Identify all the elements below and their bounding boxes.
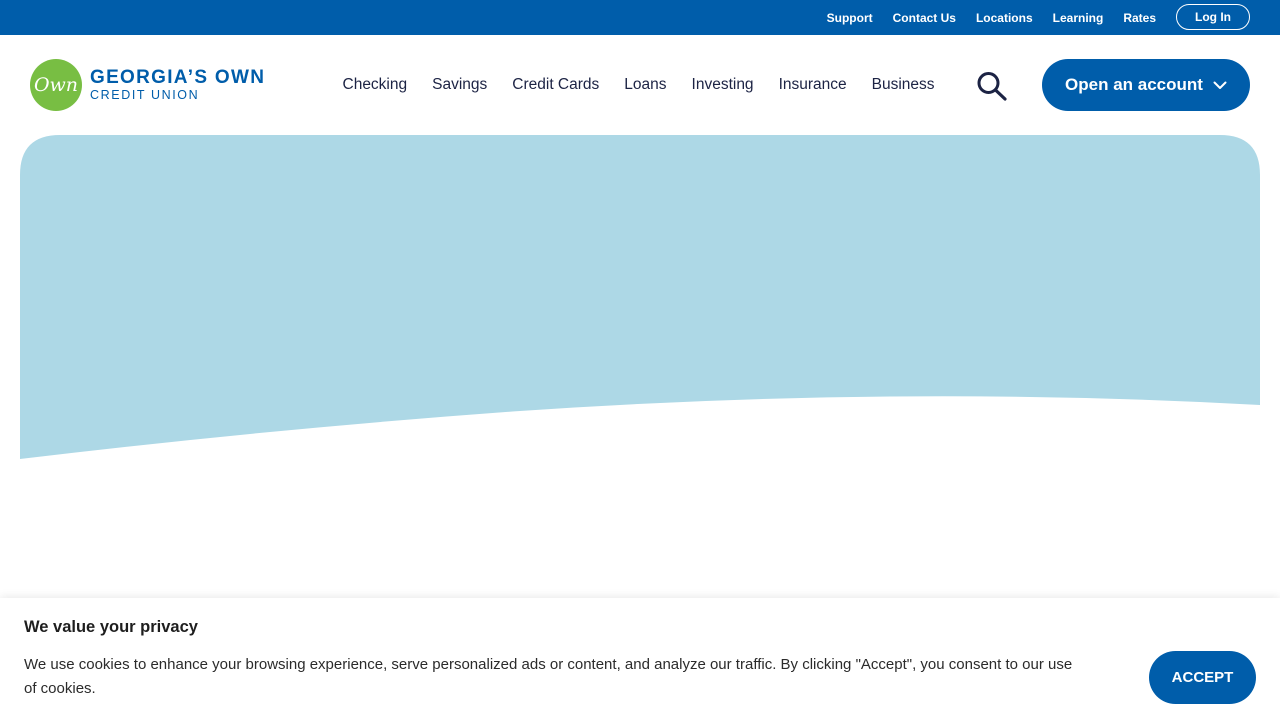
nav-item-insurance[interactable]: Insurance: [766, 76, 859, 94]
utility-bar: Support Contact Us Locations Learning Ra…: [0, 0, 1280, 35]
utility-links: Support Contact Us Locations Learning Ra…: [827, 0, 1156, 35]
locations-link[interactable]: Locations: [976, 11, 1033, 25]
logo-mark: Own: [30, 59, 82, 111]
nav-item-savings[interactable]: Savings: [420, 76, 500, 94]
logo-wordmark: GEORGIA’S OWN CREDIT UNION: [90, 67, 266, 103]
hero-banner: [20, 135, 1260, 459]
site-header: Own GEORGIA’S OWN CREDIT UNION Checking …: [0, 35, 1280, 135]
logo[interactable]: Own GEORGIA’S OWN CREDIT UNION: [30, 59, 265, 111]
open-account-label: Open an account: [1065, 75, 1203, 94]
search-icon[interactable]: [976, 71, 1008, 101]
hero-background: [20, 135, 1260, 459]
accept-button[interactable]: ACCEPT: [1149, 651, 1256, 704]
open-account-button[interactable]: Open an account: [1042, 59, 1250, 111]
rates-link[interactable]: Rates: [1123, 11, 1156, 25]
nav-item-investing[interactable]: Investing: [679, 76, 766, 94]
chevron-down-icon: [1213, 81, 1227, 89]
cookie-text: We use cookies to enhance your browsing …: [24, 656, 1073, 697]
cookie-banner: We value your privacy We use cookies to …: [0, 598, 1280, 720]
nav-item-business[interactable]: Business: [859, 76, 947, 94]
log-in-button[interactable]: Log In: [1176, 4, 1250, 30]
nav-item-checking[interactable]: Checking: [330, 76, 420, 94]
support-link[interactable]: Support: [827, 11, 873, 25]
main-nav: Checking Savings Credit Cards Loans Inve…: [330, 35, 947, 135]
contact-us-link[interactable]: Contact Us: [893, 11, 956, 25]
learning-link[interactable]: Learning: [1053, 11, 1104, 25]
logo-name-line2: CREDIT UNION: [90, 88, 200, 102]
nav-item-loans[interactable]: Loans: [612, 76, 679, 94]
nav-item-credit-cards[interactable]: Credit Cards: [500, 76, 612, 94]
logo-name-line1: GEORGIA’S OWN: [90, 67, 266, 88]
cookie-title: We value your privacy: [24, 618, 198, 636]
